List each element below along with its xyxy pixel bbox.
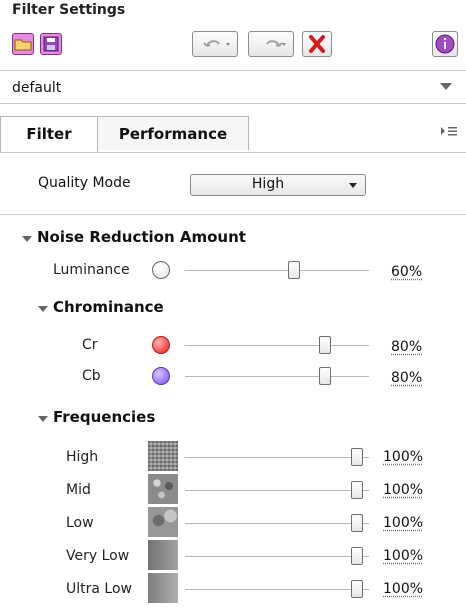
folder-icon — [14, 39, 32, 51]
tab-divider — [0, 152, 466, 153]
undo-button[interactable] — [192, 31, 238, 57]
noise-reduction-collapse-icon[interactable] — [22, 236, 32, 242]
cb-label: Cb — [82, 368, 101, 384]
chrominance-collapse-icon[interactable] — [38, 306, 48, 312]
frequency-label: Low — [66, 515, 94, 531]
luminance-label: Luminance — [53, 262, 130, 278]
luminance-slider-track[interactable] — [185, 270, 369, 271]
info-icon — [435, 34, 455, 54]
redo-button[interactable] — [248, 31, 294, 57]
cr-color-swatch — [152, 336, 170, 354]
save-icon — [43, 36, 59, 52]
luminance-swatch — [152, 261, 170, 279]
frequency-slider-track[interactable] — [185, 556, 369, 557]
cr-slider-track[interactable] — [185, 345, 369, 346]
cb-slider-handle[interactable] — [319, 367, 331, 385]
cr-label: Cr — [82, 337, 98, 353]
frequency-slider-track[interactable] — [185, 589, 369, 590]
frequency-label: Very Low — [66, 548, 130, 564]
save-button[interactable] — [40, 33, 62, 55]
frequency-value: 100% — [383, 482, 424, 498]
frequency-preview — [148, 540, 178, 570]
quality-mode-label: Quality Mode — [38, 175, 131, 191]
chrominance-title: Chrominance — [53, 298, 164, 316]
cr-slider-handle[interactable] — [319, 336, 331, 354]
tab-filter[interactable]: Filter — [0, 116, 98, 152]
preset-value: default — [12, 80, 62, 96]
frequency-preview — [148, 441, 178, 471]
clear-icon — [309, 35, 325, 53]
frequency-value: 100% — [383, 548, 424, 564]
frequency-value: 100% — [383, 581, 424, 597]
info-button[interactable] — [432, 31, 458, 57]
frequency-label: High — [66, 449, 99, 465]
quality-mode-dropdown[interactable]: High — [190, 174, 366, 196]
luminance-slider-handle[interactable] — [288, 261, 300, 279]
frequency-slider-handle[interactable] — [351, 514, 363, 532]
frequency-slider-track[interactable] — [185, 457, 369, 458]
frequency-preview — [148, 474, 178, 504]
frequency-slider-handle[interactable] — [351, 481, 363, 499]
toolbar — [12, 25, 458, 65]
frequency-value: 100% — [383, 515, 424, 531]
frequency-slider-handle[interactable] — [351, 547, 363, 565]
frequency-preview — [148, 573, 178, 603]
preset-selector[interactable]: default — [0, 70, 466, 104]
panel-title: Filter Settings — [12, 2, 126, 18]
frequency-slider-handle[interactable] — [351, 580, 363, 598]
frequency-label: Ultra Low — [66, 581, 132, 597]
open-folder-button[interactable] — [12, 33, 34, 55]
quality-mode-value: High — [251, 176, 285, 192]
frequency-slider-track[interactable] — [185, 490, 369, 491]
tab-menu-icon[interactable] — [440, 124, 458, 138]
luminance-value: 60% — [391, 264, 423, 280]
quality-mode-caret-icon — [349, 183, 357, 188]
frequency-preview — [148, 507, 178, 537]
frequencies-collapse-icon[interactable] — [38, 416, 48, 422]
frequencies-title: Frequencies — [53, 408, 156, 426]
tab-performance[interactable]: Performance — [97, 116, 249, 150]
frequency-slider-handle[interactable] — [351, 448, 363, 466]
frequency-value: 100% — [383, 449, 424, 465]
cb-color-swatch — [152, 367, 170, 385]
redo-icon — [266, 40, 286, 47]
quality-separator — [0, 214, 466, 215]
noise-reduction-title: Noise Reduction Amount — [37, 228, 246, 246]
tab-strip: Filter Performance — [0, 114, 466, 152]
undo-icon — [203, 40, 230, 47]
preset-chevron-down-icon — [440, 83, 452, 90]
cr-value: 80% — [391, 339, 423, 355]
clear-button[interactable] — [302, 31, 332, 57]
frequency-slider-track[interactable] — [185, 523, 369, 524]
cb-slider-track[interactable] — [185, 376, 369, 377]
frequency-label: Mid — [66, 482, 91, 498]
cb-value: 80% — [391, 370, 423, 386]
